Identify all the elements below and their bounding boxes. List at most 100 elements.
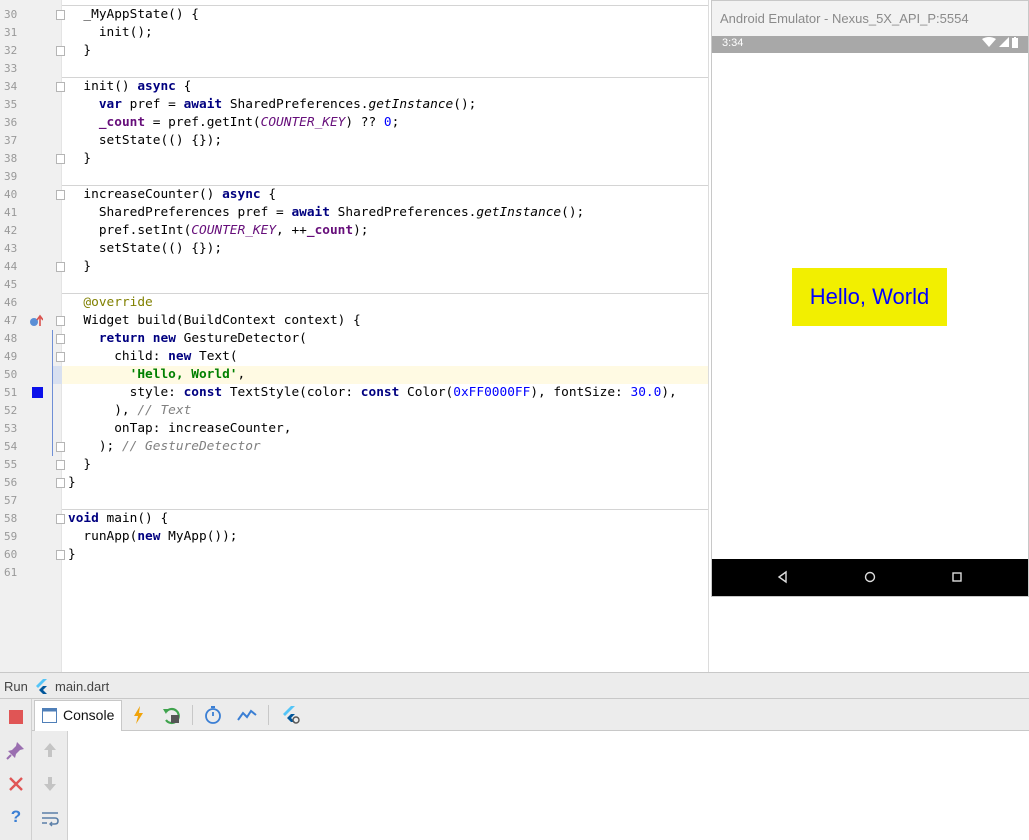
- stop-icon[interactable]: [5, 706, 27, 728]
- gutter-line[interactable]: 35: [0, 96, 62, 114]
- emulator-nav-bar: [712, 559, 1028, 596]
- gutter-line[interactable]: 34: [0, 78, 65, 96]
- code-line[interactable]: _count = pref.getInt(COUNTER_KEY) ?? 0;: [62, 114, 708, 132]
- recents-icon[interactable]: [948, 568, 966, 586]
- code-line[interactable]: }: [62, 258, 708, 276]
- help-icon[interactable]: ?: [5, 805, 27, 827]
- emulator-screen[interactable]: Hello, World: [712, 53, 1028, 559]
- code-line[interactable]: void main() {: [62, 510, 708, 528]
- gutter-line[interactable]: 32: [0, 42, 65, 60]
- code-editor[interactable]: 30 31 32 33 34 35 36 37 38 39 40 41 42 43 44 45 46 47 48 49…: [0, 0, 709, 672]
- gutter-line[interactable]: 41: [0, 204, 62, 222]
- gutter-line[interactable]: 61: [0, 564, 62, 582]
- run-config-file[interactable]: main.dart: [55, 679, 109, 694]
- gutter-line[interactable]: 56: [0, 474, 65, 492]
- console-output[interactable]: [68, 731, 1029, 840]
- flutter-inspector-icon[interactable]: [280, 704, 302, 726]
- code-line[interactable]: }: [62, 546, 708, 564]
- line-number: 51: [4, 386, 18, 399]
- scroll-down-icon[interactable]: [39, 773, 61, 795]
- code-line[interactable]: ); // GestureDetector: [62, 438, 708, 456]
- gutter-line[interactable]: 40: [0, 186, 65, 204]
- home-icon[interactable]: [861, 568, 879, 586]
- stopwatch-icon[interactable]: [202, 704, 224, 726]
- flutter-icon: [36, 679, 47, 694]
- code-line[interactable]: setState(() {});: [62, 132, 708, 150]
- hot-reload-icon[interactable]: [128, 704, 150, 726]
- line-number: 44: [4, 260, 18, 273]
- code-line[interactable]: style: const TextStyle(color: const Colo…: [62, 384, 708, 402]
- hot-restart-icon[interactable]: [160, 704, 182, 726]
- line-number: 34: [4, 80, 18, 93]
- code-line[interactable]: }: [62, 456, 708, 474]
- close-icon[interactable]: [5, 773, 27, 795]
- gutter-line[interactable]: 31: [0, 24, 62, 42]
- line-number: 58: [4, 512, 18, 525]
- line-number: 39: [4, 170, 18, 183]
- code-line[interactable]: runApp(new MyApp());: [62, 528, 708, 546]
- scroll-up-icon[interactable]: [39, 739, 61, 761]
- gutter-line[interactable]: 37: [0, 132, 62, 150]
- console-icon: [42, 708, 57, 723]
- run-label: Run: [4, 679, 28, 694]
- gutter-line[interactable]: 36: [0, 114, 62, 132]
- code-line[interactable]: onTap: increaseCounter,: [62, 420, 708, 438]
- performance-icon[interactable]: [236, 704, 258, 726]
- code-line[interactable]: [62, 168, 708, 186]
- gutter-line[interactable]: 60: [0, 546, 65, 564]
- method-separator: [62, 5, 708, 6]
- code-area[interactable]: _MyAppState() { init(); } init() async {…: [62, 0, 708, 672]
- code-line[interactable]: increaseCounter() async {: [62, 186, 708, 204]
- code-line[interactable]: ), // Text: [62, 402, 708, 420]
- gutter-line[interactable]: 42: [0, 222, 62, 240]
- status-time: 3:34: [722, 37, 744, 49]
- toolbar-separator: [268, 705, 269, 725]
- signal-icon: [998, 37, 1009, 47]
- code-line[interactable]: SharedPreferences pref = await SharedPre…: [62, 204, 708, 222]
- code-line[interactable]: [62, 60, 708, 78]
- gutter-line[interactable]: 33: [0, 60, 62, 78]
- code-line[interactable]: setState(() {});: [62, 240, 708, 258]
- code-line[interactable]: child: new Text(: [62, 348, 708, 366]
- gutter-line[interactable]: 57: [0, 492, 62, 510]
- tab-console[interactable]: Console: [34, 700, 122, 731]
- emulator-title: Android Emulator - Nexus_5X_API_P:5554: [720, 11, 969, 26]
- line-number: 57: [4, 494, 18, 507]
- gutter-line[interactable]: 43: [0, 240, 62, 258]
- code-line[interactable]: return new GestureDetector(: [62, 330, 708, 348]
- gutter-line[interactable]: 59: [0, 528, 62, 546]
- gutter-line[interactable]: 47: [0, 312, 65, 330]
- code-line[interactable]: }: [62, 42, 708, 60]
- gutter-line[interactable]: 38: [0, 150, 65, 168]
- hello-world-text-widget[interactable]: Hello, World: [792, 268, 947, 326]
- line-number: 40: [4, 188, 18, 201]
- code-line[interactable]: }: [62, 474, 708, 492]
- code-line[interactable]: init() async {: [62, 78, 708, 96]
- gutter-line[interactable]: 39: [0, 168, 62, 186]
- gutter-line[interactable]: 46: [0, 294, 62, 312]
- gutter-line[interactable]: 58: [0, 510, 65, 528]
- current-code-line[interactable]: 'Hello, World',: [62, 366, 708, 384]
- gutter-line[interactable]: 45: [0, 276, 62, 294]
- pin-icon[interactable]: [5, 739, 27, 761]
- back-icon[interactable]: [774, 568, 792, 586]
- soft-wrap-icon[interactable]: [39, 807, 61, 829]
- code-line[interactable]: var pref = await SharedPreferences.getIn…: [62, 96, 708, 114]
- code-line[interactable]: }: [62, 150, 708, 168]
- override-method-icon[interactable]: [29, 314, 43, 328]
- code-line[interactable]: Widget build(BuildContext context) {: [62, 312, 708, 330]
- code-line[interactable]: _MyAppState() {: [62, 6, 708, 24]
- gutter-line[interactable]: 55: [0, 456, 65, 474]
- current-line-gutter: [52, 366, 62, 384]
- code-line[interactable]: init();: [62, 24, 708, 42]
- gutter-line[interactable]: 30: [0, 6, 65, 24]
- code-line[interactable]: [62, 564, 708, 582]
- code-line[interactable]: @override: [62, 294, 708, 312]
- code-line[interactable]: [62, 492, 708, 510]
- gutter-line[interactable]: 44: [0, 258, 65, 276]
- code-line[interactable]: pref.setInt(COUNTER_KEY, ++_count);: [62, 222, 708, 240]
- line-number: 32: [4, 44, 18, 57]
- line-number: 54: [4, 440, 18, 453]
- line-number: 36: [4, 116, 18, 129]
- code-line[interactable]: [62, 276, 708, 294]
